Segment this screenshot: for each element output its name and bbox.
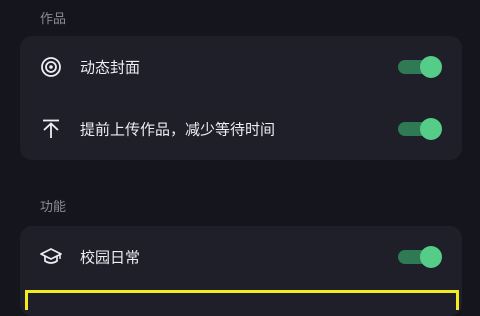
highlight-frame: [25, 290, 459, 310]
works-settings-card: 动态封面 提前上传作品，减少等待时间: [20, 36, 462, 160]
pre-upload-toggle[interactable]: [398, 118, 442, 140]
dynamic-cover-toggle[interactable]: [398, 56, 442, 78]
toggle-knob: [420, 118, 442, 140]
section-title-works: 作品: [40, 12, 67, 27]
graduation-cap-icon: [40, 246, 62, 268]
setting-row-dynamic-cover[interactable]: 动态封面: [20, 36, 462, 98]
dynamic-cover-icon: [40, 56, 62, 78]
campus-daily-toggle[interactable]: [398, 246, 442, 268]
setting-row-campus-daily[interactable]: 校园日常: [20, 226, 462, 288]
upload-icon: [40, 118, 62, 140]
setting-label-dynamic-cover: 动态封面: [80, 58, 141, 77]
setting-row-pre-upload[interactable]: 提前上传作品，减少等待时间: [20, 98, 462, 160]
toggle-knob: [420, 246, 442, 268]
toggle-knob: [420, 56, 442, 78]
setting-label-campus-daily: 校园日常: [80, 248, 141, 267]
setting-label-pre-upload: 提前上传作品，减少等待时间: [80, 120, 276, 139]
section-title-features: 功能: [40, 200, 67, 215]
